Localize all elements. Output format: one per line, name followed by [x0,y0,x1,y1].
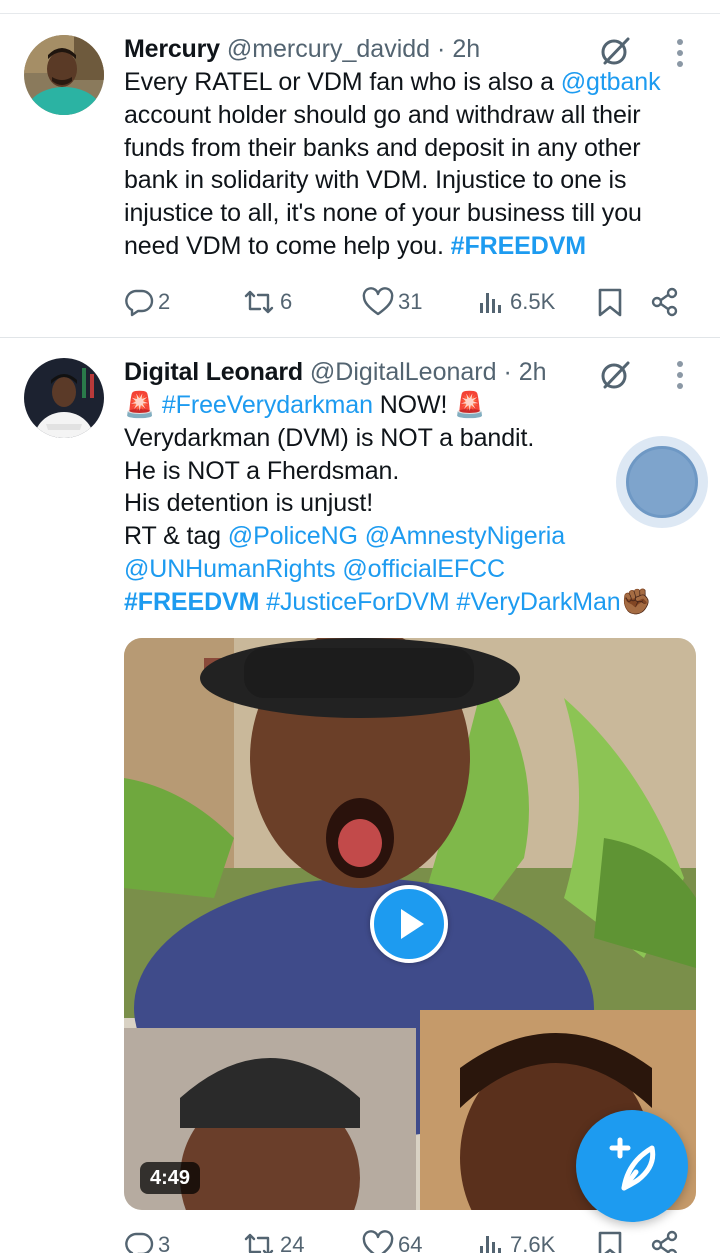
share-icon [651,1230,678,1253]
reply-count: 3 [158,1232,171,1253]
reply-button[interactable]: 3 [124,1225,170,1253]
tweet-text-line: injustice to all, it's none of your busi… [124,197,690,230]
floating-bubble[interactable] [616,436,708,528]
like-button[interactable]: 64 [362,1225,422,1253]
timestamp[interactable]: 2h [519,358,547,386]
views-button[interactable]: 6.5K [478,282,555,322]
mention-link[interactable]: #JusticeForDVM [266,588,449,616]
tweet-text-line: @UNHumanRights @officialEFCC [124,553,690,586]
text-segment: NOW! 🚨 [372,391,486,419]
tweet-text-line: His detention is unjust! [124,487,690,520]
bookmark-icon [598,288,622,317]
mention-link[interactable]: @officialEFCC [342,555,505,583]
repost-count: 24 [280,1232,305,1253]
like-count: 64 [398,1232,423,1253]
hashtag-link[interactable]: #FREEDVM [451,232,586,260]
mention-link[interactable]: #VeryDarkMan [456,588,620,616]
compose-button[interactable] [576,1110,688,1222]
tweet-text-line: Verydarkman (DVM) is NOT a bandit. [124,422,690,455]
repost-button[interactable]: 24 [242,1225,304,1253]
like-button[interactable]: 31 [362,282,422,322]
text-segment [358,522,365,550]
text-segment: 🚨 [124,391,162,419]
compose-icon [609,1137,656,1191]
text-segment: Every RATEL or VDM fan who is also a [124,68,561,96]
tweet-text-line: funds from their banks and deposit in an… [124,132,690,165]
grok-icon[interactable] [598,34,632,68]
more-icon[interactable] [674,361,686,391]
separator-dot: · [503,358,512,386]
reply-icon [125,1232,154,1253]
hashtag-link[interactable]: #FREEDVM [124,588,259,616]
mention-link[interactable]: @gtbank [561,68,661,96]
play-icon [401,909,424,939]
reply-icon [125,289,154,317]
repost-button[interactable]: 6 [242,282,292,322]
mention-link[interactable]: @AmnestyNigeria [365,522,565,550]
views-icon [480,1236,501,1253]
text-segment: injustice to all, it's none of your busi… [124,199,642,228]
bookmark-icon [598,1231,622,1253]
grok-icon[interactable] [598,358,632,392]
tweet-text-line: Every RATEL or VDM fan who is also a @gt… [124,66,690,99]
author-name[interactable]: Mercury [124,35,220,63]
reply-button[interactable]: 2 [124,282,170,322]
play-button[interactable] [370,885,448,963]
share-button[interactable] [650,282,680,322]
tweet-text-line: #FREEDVM #JusticeForDVM #VeryDarkMan✊🏾 [124,586,690,619]
text-segment: Verydarkman (DVM) is NOT a bandit. [124,423,535,452]
text-segment: account holder should go and withdraw al… [124,100,641,129]
timestamp[interactable]: 2h [452,35,480,63]
action-bar: 2 6 31 6.5K [124,282,690,322]
views-icon [480,293,501,313]
tweet-text-line: RT & tag @PoliceNG @AmnestyNigeria [124,520,690,553]
avatar[interactable] [24,35,104,115]
heart-icon [362,287,394,316]
share-button[interactable] [650,1225,680,1253]
text-segment: RT & tag [124,522,228,551]
text-segment: bank in solidarity with VDM. Injustice t… [124,166,627,195]
tweet-text-line: need VDM to come help you. #FREEDVM [124,230,690,263]
tweet-text: Every RATEL or VDM fan who is also a @gt… [124,66,690,263]
bookmark-button[interactable] [596,1225,624,1253]
view-count: 6.5K [510,289,556,314]
tweet-text-line: bank in solidarity with VDM. Injustice t… [124,164,690,197]
views-button[interactable]: 7.6K [478,1225,555,1253]
repost-icon [244,1233,274,1253]
text-segment: ✊🏾 [620,587,652,616]
author-handle[interactable]: @DigitalLeonard [310,358,497,386]
repost-icon [244,290,274,314]
reply-count: 2 [158,289,171,314]
tweet-text-line: 🚨 #FreeVerydarkman NOW! 🚨 [124,389,690,422]
tweet-text: 🚨 #FreeVerydarkman NOW! 🚨 Verydarkman (DV… [124,389,690,619]
text-segment: His detention is unjust! [124,489,374,518]
tweet-text-line: account holder should go and withdraw al… [124,99,690,132]
author-name[interactable]: Digital Leonard [124,358,303,386]
action-bar: 3 24 64 7.6K [124,1225,690,1253]
bookmark-button[interactable] [596,282,624,322]
tweet-text-line: He is NOT a Fherdsman. [124,455,690,488]
text-segment: He is NOT a Fherdsman. [124,456,400,485]
mention-link[interactable]: #FreeVerydarkman [162,391,373,419]
more-icon[interactable] [674,39,686,69]
separator-dot: · [437,35,446,63]
mention-link[interactable]: @UNHumanRights [124,555,336,583]
heart-icon [362,1230,394,1253]
text-segment: need VDM to come help you. [124,231,451,260]
mention-link[interactable]: @PoliceNG [228,522,358,550]
text-segment: funds from their banks and deposit in an… [124,133,641,162]
avatar[interactable] [24,358,104,438]
top-divider [0,0,720,14]
view-count: 7.6K [510,1232,556,1253]
author-handle[interactable]: @mercury_davidd [227,35,430,63]
share-icon [651,287,678,317]
repost-count: 6 [280,289,293,314]
like-count: 31 [398,289,423,314]
tweet[interactable]: Mercury @mercury_davidd · 2h Every RATEL… [0,15,720,338]
video-duration: 4:49 [140,1162,201,1194]
